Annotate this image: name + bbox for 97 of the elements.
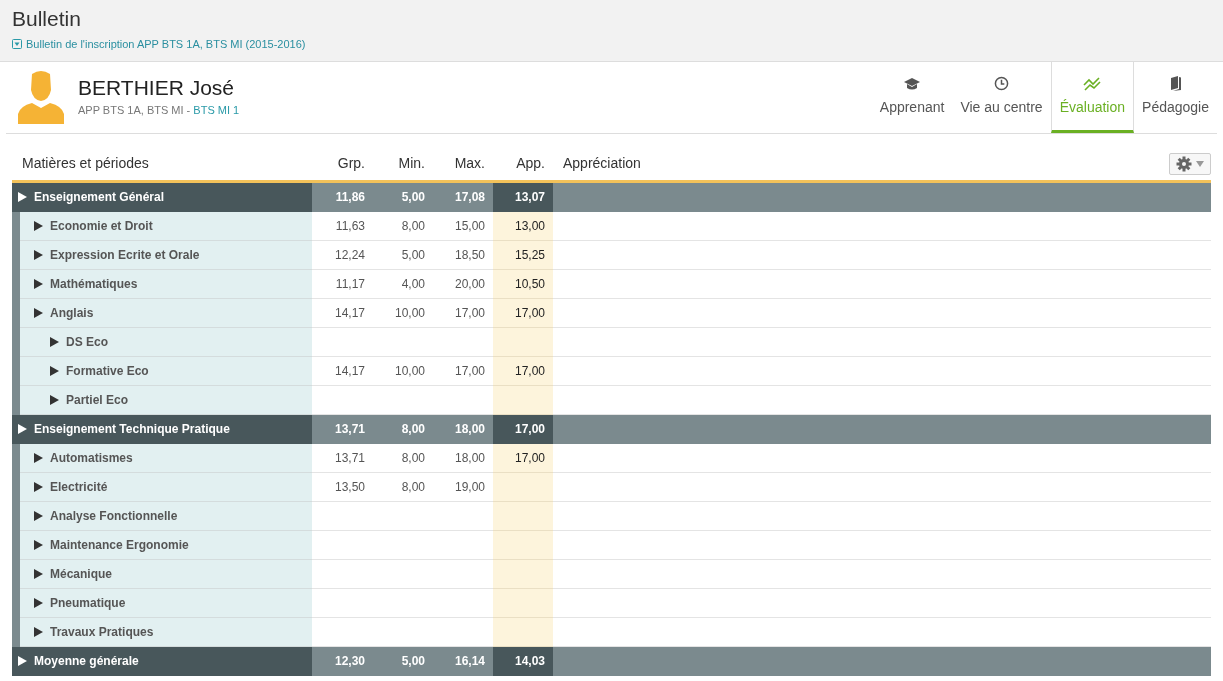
expand-arrow-icon[interactable] — [18, 192, 27, 202]
subject-label: Mécanique — [50, 565, 112, 583]
expand-arrow-icon[interactable] — [34, 220, 43, 231]
table-cell: 17,00 — [493, 443, 553, 473]
table-cell: 4,00 — [373, 269, 433, 299]
subject-label: Mathématiques — [50, 275, 138, 293]
clock-icon — [994, 75, 1010, 91]
expand-arrow-icon[interactable] — [34, 510, 43, 521]
table-cell: 13,71 — [312, 443, 373, 473]
table-cell: 17,00 — [493, 414, 553, 444]
expand-arrow-icon[interactable] — [34, 249, 43, 260]
table-cell: 12,24 — [312, 240, 373, 270]
program-text: APP BTS 1A, BTS MI - — [78, 103, 192, 116]
expand-arrow-icon[interactable] — [34, 626, 43, 637]
caret-icon — [1196, 160, 1204, 167]
subject-label: Anglais — [50, 304, 94, 322]
table-cell — [493, 530, 553, 560]
table-cell: 10,00 — [373, 356, 433, 386]
table-cell: 8,00 — [373, 211, 433, 241]
subject-label: Electricité — [50, 478, 108, 496]
expand-arrow-icon[interactable] — [34, 568, 43, 579]
nav-tab[interactable]: Vie au centre — [952, 61, 1051, 133]
subject-label: Analyse Fonctionnelle — [50, 507, 178, 525]
table-cell: 14,17 — [312, 356, 373, 386]
settings-icon — [1176, 155, 1192, 172]
column-header: Matières et périodes — [21, 153, 150, 173]
table-cell: 16,14 — [433, 646, 493, 676]
column-header: Max. — [453, 153, 486, 173]
table-cell: 11,86 — [312, 182, 373, 212]
subject-label: Enseignement Technique Pratique — [34, 421, 230, 438]
table-cell: 18,00 — [433, 414, 493, 444]
dropdown-icon[interactable] — [12, 39, 22, 50]
table-cell: 10,00 — [373, 298, 433, 328]
column-header: Min. — [397, 153, 426, 173]
table-cell — [493, 559, 553, 589]
expand-arrow-icon[interactable] — [18, 424, 27, 434]
book-icon — [1169, 75, 1182, 91]
subject-label: Expression Ecrite et Orale — [50, 246, 200, 264]
expand-arrow-icon[interactable] — [34, 539, 43, 550]
graduation-cap-icon — [904, 76, 921, 91]
settings-button[interactable] — [1169, 152, 1211, 175]
table-cell: 14,03 — [493, 646, 553, 676]
table-cell: 14,17 — [312, 298, 373, 328]
column-header: App. — [515, 153, 546, 173]
table-cell — [493, 385, 553, 415]
table-cell: 11,17 — [312, 269, 373, 299]
nav-tab[interactable]: Pédagogie — [1134, 61, 1217, 133]
expand-arrow-icon[interactable] — [34, 597, 43, 608]
expand-arrow-icon[interactable] — [34, 278, 43, 289]
table-cell: 5,00 — [373, 646, 433, 676]
table-cell: 15,25 — [493, 240, 553, 270]
table-cell: 10,50 — [493, 269, 553, 299]
table-cell — [493, 617, 553, 647]
table-cell — [493, 588, 553, 618]
table-cell: 13,00 — [493, 211, 553, 241]
table-cell: 8,00 — [373, 472, 433, 502]
table-cell — [493, 501, 553, 531]
table-cell: 5,00 — [373, 182, 433, 212]
table-cell: 17,00 — [493, 356, 553, 386]
trend-chart-icon — [1083, 75, 1102, 91]
page-title: Bulletin — [12, 6, 82, 32]
table-cell: 13,07 — [493, 182, 553, 212]
expand-arrow-icon[interactable] — [50, 336, 59, 347]
subject-label: Moyenne générale — [34, 653, 139, 670]
subject-label: Enseignement Général — [34, 189, 165, 206]
table-cell: 13,50 — [312, 472, 373, 502]
expand-arrow-icon[interactable] — [50, 365, 59, 376]
expand-arrow-icon[interactable] — [34, 481, 43, 492]
table-cell: 17,08 — [433, 182, 493, 212]
table-cell: 12,30 — [312, 646, 373, 676]
nav-tab[interactable]: Apprenant — [871, 61, 953, 133]
enrollment-link[interactable]: Bulletin de l'inscription APP BTS 1A, BTS MI (2015-2016) — [26, 36, 306, 53]
student-name: BERTHIER José — [78, 75, 235, 100]
group-link[interactable]: BTS MI 1 — [193, 103, 240, 116]
column-header: Grp. — [336, 153, 366, 173]
subject-label: Automatismes — [50, 449, 133, 467]
expand-arrow-icon[interactable] — [34, 307, 43, 318]
table-cell: 17,00 — [493, 298, 553, 328]
table-cell — [493, 472, 553, 502]
expand-arrow-icon[interactable] — [34, 452, 43, 463]
table-cell: 8,00 — [373, 414, 433, 444]
subject-label: Travaux Pratiques — [50, 623, 154, 641]
table-cell — [493, 327, 553, 357]
subject-label: Formative Eco — [66, 362, 149, 380]
avatar-icon — [18, 70, 64, 124]
subject-label: Partiel Eco — [66, 391, 129, 409]
expand-arrow-icon[interactable] — [18, 656, 27, 666]
subject-label: DS Eco — [66, 333, 108, 351]
table-cell: 8,00 — [373, 443, 433, 473]
subject-label: Pneumatique — [50, 594, 126, 612]
column-header: Appréciation — [562, 153, 641, 173]
expand-arrow-icon[interactable] — [50, 394, 59, 405]
table-cell: 11,63 — [312, 211, 373, 241]
table-cell: 13,71 — [312, 414, 373, 444]
subject-label: Economie et Droit — [50, 217, 153, 235]
subject-label: Maintenance Ergonomie — [50, 536, 189, 554]
table-cell: 5,00 — [373, 240, 433, 270]
